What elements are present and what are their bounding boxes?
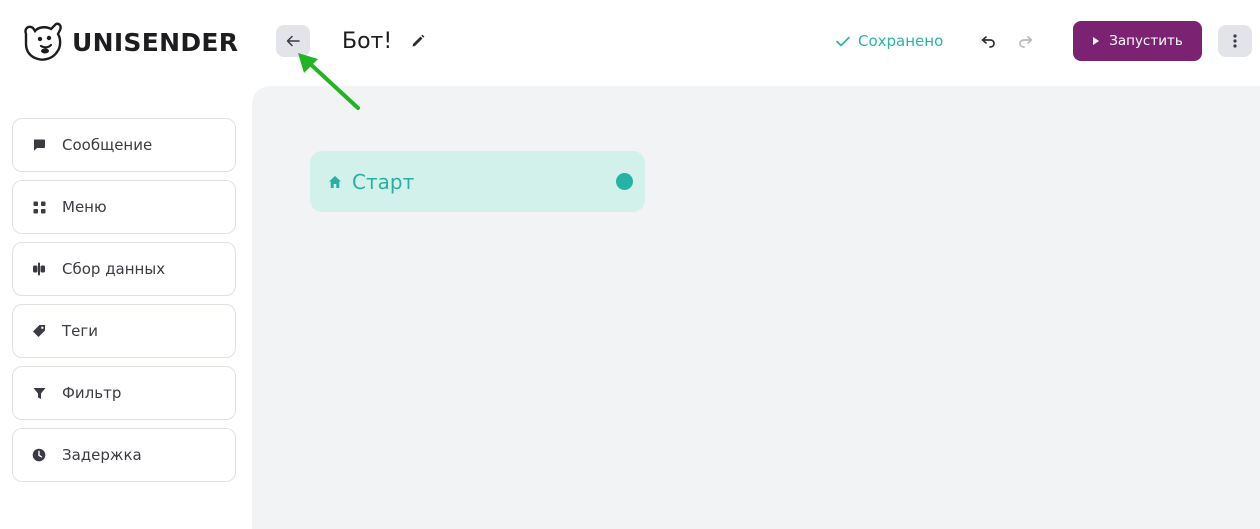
more-options-button[interactable] <box>1218 25 1252 57</box>
sidebar-item-filter[interactable]: Фильтр <box>12 366 236 420</box>
clock-icon <box>31 447 47 463</box>
checkmark-icon <box>836 36 850 46</box>
start-node-output-port[interactable] <box>616 173 633 190</box>
tag-icon <box>31 323 47 339</box>
logo-text: UNISENDER <box>72 27 239 57</box>
arrow-left-icon <box>286 35 300 47</box>
sidebar-item-label: Теги <box>62 322 99 340</box>
sidebar-item-tags[interactable]: Теги <box>12 304 236 358</box>
sidebar-item-delay[interactable]: Задержка <box>12 428 236 482</box>
run-button[interactable]: Запустить <box>1073 21 1202 61</box>
filter-icon <box>31 385 47 401</box>
message-icon <box>31 137 47 153</box>
sidebar-item-label: Задержка <box>62 446 142 464</box>
dog-logo-icon <box>24 22 62 61</box>
more-vertical-icon <box>1233 34 1237 48</box>
grid-icon <box>31 199 47 215</box>
save-status: Сохранено <box>836 32 943 50</box>
run-button-label: Запустить <box>1109 33 1183 49</box>
save-status-label: Сохранено <box>858 32 944 50</box>
undo-icon[interactable] <box>978 32 998 52</box>
top-bar: UNISENDER Бот! Сохранено Запустить <box>0 0 1260 86</box>
bot-title: Бот! <box>342 29 393 54</box>
start-node-label: Старт <box>352 169 415 194</box>
home-icon <box>329 175 341 188</box>
sidebar-item-label: Сбор данных <box>62 260 166 278</box>
sidebar-item-message[interactable]: Сообщение <box>12 118 236 172</box>
block-palette: Сообщение Меню Сбор данных Теги Фильтр З… <box>0 86 252 529</box>
sidebar-item-data-collection[interactable]: Сбор данных <box>12 242 236 296</box>
pencil-icon[interactable] <box>410 33 426 49</box>
back-button[interactable] <box>276 25 310 57</box>
sidebar-item-label: Сообщение <box>62 136 153 154</box>
data-collection-icon <box>31 261 47 277</box>
start-node[interactable]: Старт <box>310 151 645 212</box>
sidebar-item-label: Меню <box>62 198 107 216</box>
redo-icon[interactable] <box>1016 32 1036 52</box>
unisender-logo[interactable]: UNISENDER <box>20 20 238 64</box>
sidebar-item-label: Фильтр <box>62 384 122 402</box>
sidebar-item-menu[interactable]: Меню <box>12 180 236 234</box>
play-icon <box>1093 37 1100 45</box>
